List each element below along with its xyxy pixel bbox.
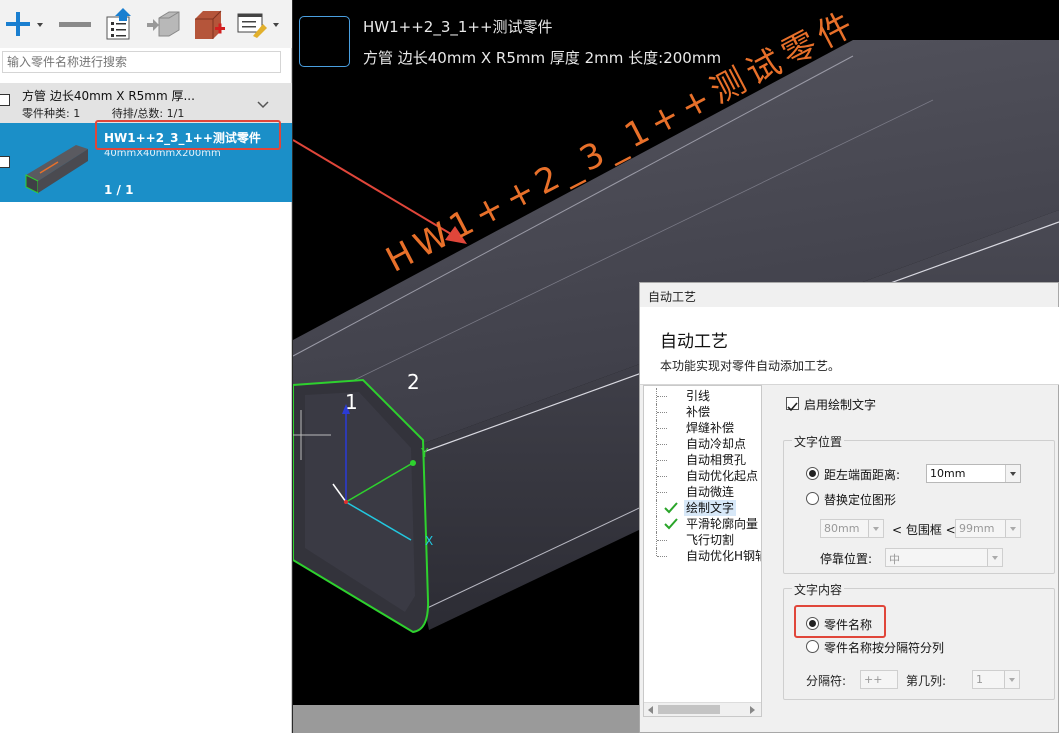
- part-count: 1 / 1: [104, 183, 134, 197]
- enable-text-label: 启用绘制文字: [804, 398, 877, 412]
- viewport-part-name: HW1++2_3_1++测试零件: [363, 18, 553, 36]
- tree-item-fly-cut[interactable]: 飞行切割: [644, 532, 761, 548]
- process-tree: 引线 补偿 焊缝补偿 自动冷却点 自动相贯孔 自动优化起点 自动微连 绘制文字 …: [643, 385, 762, 717]
- dialog-caption: 自动工艺: [648, 290, 697, 304]
- toolbar: [0, 0, 292, 48]
- dock-position-select[interactable]: 中: [885, 548, 1003, 567]
- tree-item-auto-h-beam[interactable]: 自动优化H钢辅: [644, 548, 761, 564]
- part-checkbox[interactable]: [0, 156, 10, 168]
- group-checkbox[interactable]: [0, 94, 10, 106]
- dialog-header: 自动工艺 本功能实现对零件自动添加工艺。: [640, 307, 1059, 385]
- chevron-down-icon[interactable]: [256, 95, 270, 114]
- part-types-count: 零件种类: 1: [22, 107, 81, 120]
- group-meta: 零件种类: 1 待排/总数: 1/1: [22, 105, 198, 121]
- pending-total-count: 待排/总数: 1/1: [111, 107, 185, 120]
- point-label-2: 2: [407, 370, 420, 394]
- enable-text-checkbox[interactable]: [786, 397, 799, 412]
- import-list-icon[interactable]: [103, 8, 137, 40]
- search-input[interactable]: [2, 51, 281, 73]
- tree-item-auto-intersect-hole[interactable]: 自动相贯孔: [644, 452, 761, 468]
- part-name-highlight: [95, 120, 281, 150]
- chevron-down-icon: [1005, 465, 1020, 482]
- line-tool-icon[interactable]: [57, 8, 93, 40]
- dialog-description: 本功能实现对零件自动添加工艺。: [660, 359, 841, 373]
- viewport-part-spec: 方管 边长40mm X R5mm 厚度 2mm 长度:200mm: [363, 49, 722, 67]
- text-position-group: 文字位置 距左端面距离: 10mm 替换定位图形 80mm < 包围框 < 99…: [783, 433, 1055, 574]
- view-cube-button[interactable]: [299, 16, 350, 67]
- part-thumbnail: [18, 131, 94, 195]
- part-group-header[interactable]: 方管 边长40mm X R5mm 厚... 零件种类: 1 待排/总数: 1/1: [0, 83, 292, 123]
- scroll-left-icon[interactable]: [647, 706, 655, 714]
- auto-process-dialog: 自动工艺 自动工艺 本功能实现对零件自动添加工艺。 引线 补偿 焊缝补偿 自动冷…: [639, 282, 1059, 733]
- column-select[interactable]: 1: [972, 670, 1020, 689]
- replace-position-label: 替换定位图形: [824, 493, 897, 507]
- origin-point: [344, 500, 348, 504]
- add-icon[interactable]: [4, 8, 44, 40]
- bbox-min-select[interactable]: 80mm: [820, 519, 884, 538]
- bbox-label: < 包围框 <: [892, 523, 956, 537]
- tree-item-smooth-contour[interactable]: 平滑轮廓向量: [644, 516, 761, 532]
- tree-item-lead[interactable]: 引线: [644, 388, 761, 404]
- x-axis-label: X: [425, 534, 434, 548]
- text-position-legend: 文字位置: [792, 433, 845, 450]
- chevron-down-icon: [868, 520, 883, 537]
- chevron-down-icon: [1005, 520, 1020, 537]
- material-icon[interactable]: [191, 8, 227, 40]
- part-name-highlight-box: [794, 605, 886, 638]
- distance-label: 距左端面距离:: [824, 468, 901, 482]
- tree-horizontal-scrollbar[interactable]: [644, 702, 761, 716]
- tree-item-compensation[interactable]: 补偿: [644, 404, 761, 420]
- tree-item-auto-cooling[interactable]: 自动冷却点: [644, 436, 761, 452]
- column-label: 第几列:: [906, 674, 947, 688]
- edit-list-icon[interactable]: [235, 8, 281, 40]
- scrollbar-thumb[interactable]: [658, 705, 720, 714]
- group-title: 方管 边长40mm X R5mm 厚...: [22, 89, 195, 103]
- distance-select[interactable]: 10mm: [926, 464, 1021, 483]
- scroll-right-icon[interactable]: [748, 706, 756, 714]
- export-part-icon[interactable]: [145, 8, 183, 40]
- tree-item-auto-start[interactable]: 自动优化起点: [644, 468, 761, 484]
- tree-item-weld-compensation[interactable]: 焊缝补偿: [644, 420, 761, 436]
- chevron-down-icon: [1004, 671, 1019, 688]
- check-icon: [664, 518, 678, 530]
- y-axis-label: Y: [421, 446, 429, 460]
- axis-node: [410, 460, 416, 466]
- split-name-radio[interactable]: [806, 640, 819, 653]
- dialog-title: 自动工艺: [660, 332, 728, 352]
- chevron-down-icon: [987, 549, 1002, 566]
- dock-label: 停靠位置:: [820, 552, 873, 566]
- check-icon: [664, 502, 678, 514]
- tree-item-draw-text[interactable]: 绘制文字: [644, 500, 761, 516]
- replace-position-radio[interactable]: [806, 492, 819, 505]
- split-name-option-label: 零件名称按分隔符分列: [824, 641, 945, 655]
- text-content-legend: 文字内容: [792, 581, 845, 598]
- part-list-panel: 方管 边长40mm X R5mm 厚... 零件种类: 1 待排/总数: 1/1…: [0, 0, 292, 733]
- distance-radio[interactable]: [806, 467, 819, 480]
- separator-input[interactable]: ++: [860, 670, 898, 689]
- separator-label: 分隔符:: [806, 674, 847, 688]
- point-label-1: 1: [345, 390, 358, 414]
- check-icon: [787, 402, 798, 412]
- tree-item-auto-microjoint[interactable]: 自动微连: [644, 484, 761, 500]
- app-window: 方管 边长40mm X R5mm 厚... 零件种类: 1 待排/总数: 1/1…: [0, 0, 1059, 733]
- bbox-max-select[interactable]: 99mm: [955, 519, 1021, 538]
